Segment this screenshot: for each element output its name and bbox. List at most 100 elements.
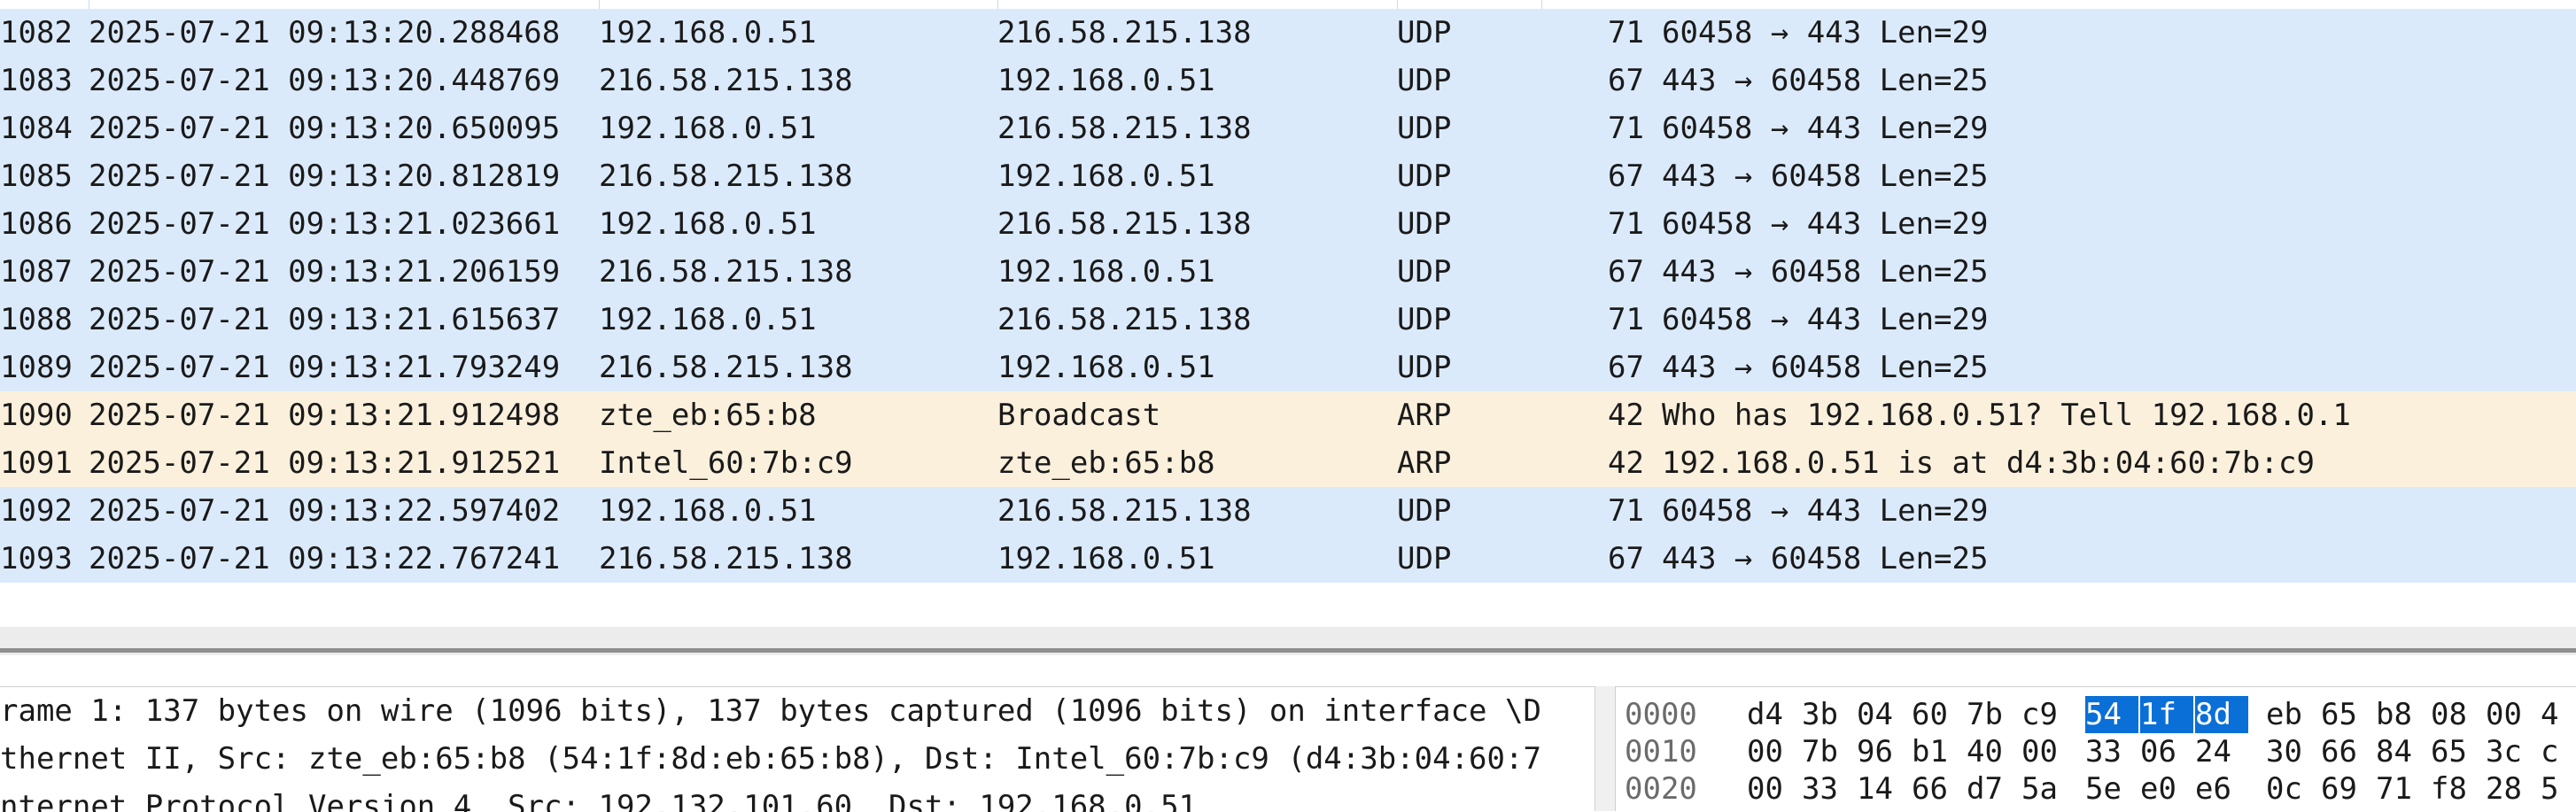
packet-row[interactable]: 1085 2025-07-21 09:13:20.812819 216.58.215… [0,152,2576,200]
horizontal-scrollbar[interactable] [0,627,2576,646]
packet-protocol: UDP [1397,541,1452,576]
hex-byte[interactable]: e6 [2195,770,2248,808]
packet-row[interactable]: 1086 2025-07-21 09:13:21.023661 192.168.0.… [0,200,2576,248]
hex-byte[interactable]: 66 [1912,770,1965,808]
column-separator [1541,0,1542,9]
packet-number: 1084 [0,111,73,146]
packet-list[interactable]: 1082 2025-07-21 09:13:20.288468 192.168.0.… [0,0,2576,620]
hex-byte[interactable]: 3b [1802,696,1855,733]
hex-byte[interactable]: 04 [1857,696,1910,733]
hex-byte[interactable]: 69 [2321,770,2374,808]
packet-length: 42 [1608,398,1644,433]
hex-byte[interactable]: 8d [2195,696,2248,733]
hex-byte[interactable]: 96 [1857,733,1910,770]
hex-byte[interactable]: f8 [2431,770,2484,808]
packet-info: 60458 → 443 Len=29 [1662,302,1989,337]
hex-byte[interactable]: 7b [1802,733,1855,770]
packet-info: 443 → 60458 Len=25 [1662,159,1989,194]
packet-number: 1093 [0,541,73,576]
packet-source: Intel_60:7b:c9 [599,445,853,481]
hex-byte[interactable]: 5e [2085,770,2138,808]
hex-byte[interactable]: 84 [2376,733,2429,770]
hex-byte[interactable]: 33 [1802,770,1855,808]
column-separator [599,0,600,9]
hex-byte[interactable]: b8 [2376,696,2429,733]
hex-byte[interactable]: 5a [2021,770,2075,808]
hex-byte[interactable]: 5 [2541,770,2576,808]
hex-byte[interactable]: d4 [1747,696,1800,733]
hex-byte[interactable]: 60 [1912,696,1965,733]
packet-row[interactable]: 1093 2025-07-21 09:13:22.767241 216.58.215… [0,535,2576,583]
hex-byte[interactable]: 33 [2085,733,2138,770]
hex-byte[interactable]: 00 [2021,733,2075,770]
hex-byte[interactable]: c [2541,733,2576,770]
hex-byte[interactable]: 7b [1967,696,2020,733]
detail-line-ipv4[interactable]: nternet Protocol Version 4, Src: 192.132… [0,783,1197,812]
hex-byte[interactable]: 1f [2140,696,2193,733]
packet-length: 67 [1608,541,1644,576]
packet-time: 2025-07-21 09:13:20.448769 [89,63,561,98]
packet-row[interactable]: 1091 2025-07-21 09:13:21.912521 Intel_60:7… [0,439,2576,487]
column-separator [997,0,998,9]
packet-protocol: UDP [1397,350,1452,385]
packet-row[interactable]: 1087 2025-07-21 09:13:21.206159 216.58.215… [0,248,2576,296]
hex-byte[interactable]: 4 [2541,696,2576,733]
hex-byte[interactable]: 06 [2140,733,2193,770]
hex-byte[interactable]: 14 [1857,770,1910,808]
hex-dump-row[interactable]: 0000 d4 3b 04 60 7b c9 54 1f 8d eb 65 b8 08 00 4 [1616,696,2576,733]
hex-dump-row[interactable]: 0010 00 7b 96 b1 40 00 33 06 24 30 66 84 65 3c c [1616,733,2576,770]
hex-byte[interactable]: 71 [2376,770,2429,808]
packet-info: 60458 → 443 Len=29 [1662,111,1989,146]
hex-byte[interactable]: c9 [2021,696,2075,733]
packet-row[interactable]: 1083 2025-07-21 09:13:20.448769 216.58.215… [0,57,2576,104]
packet-destination: 216.58.215.138 [997,493,1252,529]
hex-byte[interactable]: 28 [2486,770,2539,808]
packet-number: 1089 [0,350,73,385]
hex-byte[interactable]: 00 [2486,696,2539,733]
hex-byte[interactable]: 3c [2486,733,2539,770]
packet-destination: 192.168.0.51 [997,63,1215,98]
packet-bytes-pane[interactable]: 0000 d4 3b 04 60 7b c9 54 1f 8d eb 65 b8 08 00 4 0010 00 7… [1616,686,2576,812]
packet-row[interactable]: 1084 2025-07-21 09:13:20.650095 192.168.0.… [0,104,2576,152]
hex-byte[interactable]: eb [2266,696,2319,733]
packet-length: 71 [1608,302,1644,337]
detail-line-frame[interactable]: rame 1: 137 bytes on wire (1096 bits), 1… [0,687,1541,735]
detail-line-ethernet[interactable]: thernet II, Src: zte_eb:65:b8 (54:1f:8d:… [0,735,1541,783]
packet-time: 2025-07-21 09:13:20.650095 [89,111,561,146]
hex-dump-row[interactable]: 0020 00 33 14 66 d7 5a 5e e0 e6 0c 69 71 f8 28 5 [1616,770,2576,808]
packet-destination: 216.58.215.138 [997,15,1252,50]
hex-byte[interactable]: d7 [1967,770,2020,808]
hex-byte[interactable]: 54 [2085,696,2138,733]
hex-byte[interactable]: 65 [2431,733,2484,770]
packet-details-pane[interactable]: rame 1: 137 bytes on wire (1096 bits), 1… [0,686,1594,812]
packet-source: zte_eb:65:b8 [599,398,817,433]
hex-byte[interactable]: 08 [2431,696,2484,733]
packet-number: 1087 [0,254,73,290]
packet-info: Who has 192.168.0.51? Tell 192.168.0.1 [1662,398,2351,433]
packet-time: 2025-07-21 09:13:22.597402 [89,493,561,529]
packet-row[interactable]: 1092 2025-07-21 09:13:22.597402 192.168.0.… [0,487,2576,535]
hex-byte[interactable]: 30 [2266,733,2319,770]
hex-byte[interactable]: 40 [1967,733,2020,770]
packet-protocol: ARP [1397,445,1452,481]
hex-byte[interactable]: 65 [2321,696,2374,733]
packet-source: 192.168.0.51 [599,302,817,337]
packet-row[interactable]: 1089 2025-07-21 09:13:21.793249 216.58.215… [0,344,2576,391]
hex-byte[interactable]: 00 [1747,770,1800,808]
packet-protocol: UDP [1397,63,1452,98]
packet-number: 1083 [0,63,73,98]
packet-number: 1085 [0,159,73,194]
hex-byte[interactable]: 00 [1747,733,1800,770]
packet-row[interactable]: 1088 2025-07-21 09:13:21.615637 192.168.0.… [0,296,2576,344]
pane-divider[interactable] [1594,686,1616,811]
pane-splitter-handle[interactable] [0,648,2576,653]
packet-source: 192.168.0.51 [599,111,817,146]
hex-byte[interactable]: 24 [2195,733,2248,770]
hex-byte[interactable]: b1 [1912,733,1965,770]
packet-row[interactable]: 1090 2025-07-21 09:13:21.912498 zte_eb:65:… [0,391,2576,439]
packet-source: 192.168.0.51 [599,493,817,529]
hex-byte[interactable]: 66 [2321,733,2374,770]
hex-byte[interactable]: e0 [2140,770,2193,808]
hex-byte[interactable]: 0c [2266,770,2319,808]
packet-row[interactable]: 1082 2025-07-21 09:13:20.288468 192.168.0.… [0,9,2576,57]
